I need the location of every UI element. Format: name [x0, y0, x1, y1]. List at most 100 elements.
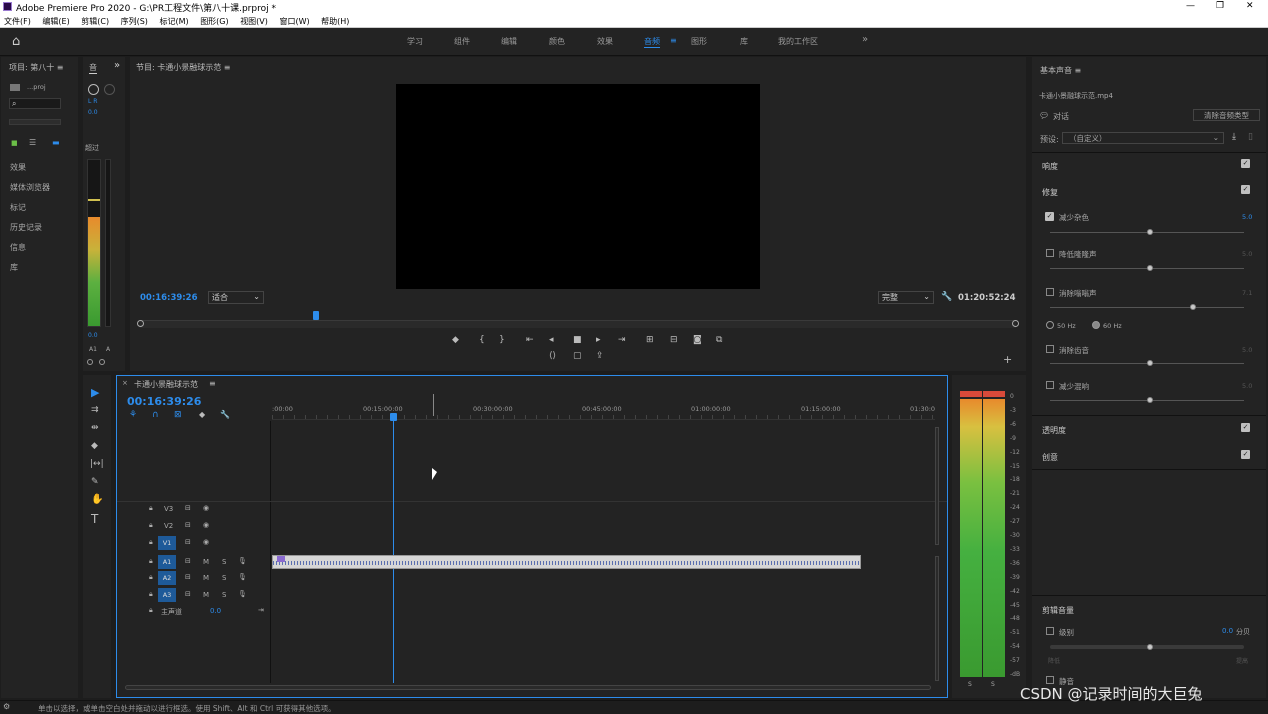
icon-view-icon[interactable]: ▬	[52, 138, 60, 147]
section-repair[interactable]: 修复	[1042, 187, 1058, 198]
close-tab-icon[interactable]: ×	[122, 379, 128, 387]
reduce-noise-slider-knob[interactable]	[1147, 229, 1153, 235]
mark-in-icon[interactable]: {	[479, 335, 485, 345]
lock-icon[interactable]: 🔒︎	[149, 557, 153, 566]
track-name-a3[interactable]: A3	[158, 588, 176, 602]
program-scrubber[interactable]	[140, 320, 1016, 328]
microphone-icon[interactable]: 🎙︎	[238, 557, 247, 565]
go-to-out-icon[interactable]: ⇥	[618, 335, 626, 345]
scrubber-end-icon[interactable]	[1012, 320, 1019, 327]
sync-lock-icon[interactable]: ⊟	[185, 504, 191, 512]
timeline-timecode[interactable]: 00:16:39:26	[127, 395, 201, 408]
workspace-menu-icon[interactable]: ≡	[670, 36, 677, 45]
add-button-icon[interactable]: +	[1003, 353, 1012, 366]
section-clarity[interactable]: 透明度	[1042, 425, 1066, 436]
microphone-icon[interactable]: 🎙︎	[238, 573, 247, 581]
mute-button-a1[interactable]: M	[203, 558, 209, 566]
more-workspaces-icon[interactable]: »	[862, 34, 868, 45]
tab-assembly[interactable]: 组件	[454, 36, 470, 47]
meter-solo-left[interactable]: S	[968, 681, 972, 688]
hand-tool-icon[interactable]: ✋	[91, 494, 103, 505]
quality-dropdown[interactable]: 完整 ⌄	[878, 291, 934, 304]
timeline-settings-icon[interactable]: 🔧	[220, 410, 230, 419]
lock-icon[interactable]: 🔒︎	[149, 538, 153, 547]
panel-expand-icon[interactable]: »	[114, 60, 120, 71]
eye-icon[interactable]: ◉	[203, 521, 209, 529]
timeline-playhead-line[interactable]	[393, 420, 394, 683]
hz50-radio[interactable]	[1046, 321, 1054, 329]
dehum-slider-track[interactable]	[1050, 307, 1244, 308]
project-item-markers[interactable]: 标记	[10, 202, 26, 213]
pan-knob-icon[interactable]	[88, 84, 99, 95]
section-loudness[interactable]: 响度	[1042, 161, 1058, 172]
tab-audio[interactable]: 音频	[644, 36, 660, 48]
tab-learn[interactable]: 学习	[407, 36, 423, 47]
scrubber-start-icon[interactable]	[137, 320, 144, 327]
sync-lock-icon[interactable]: ⊟	[185, 557, 191, 565]
fit-dropdown[interactable]: 适合 ⌄	[208, 291, 264, 304]
track-name-v1[interactable]: V1	[158, 536, 176, 550]
deess-slider-knob[interactable]	[1147, 360, 1153, 366]
microphone-icon[interactable]: 🎙︎	[238, 590, 247, 598]
pen-tool-icon[interactable]: ✎	[91, 477, 99, 487]
timeline-audio-scrollbar[interactable]	[935, 556, 939, 681]
lock-icon[interactable]: ■	[11, 139, 18, 147]
maximize-button[interactable]: ❐	[1216, 1, 1224, 11]
home-icon[interactable]: ⌂	[12, 34, 20, 49]
step-forward-icon[interactable]: ▸	[596, 335, 601, 345]
safe-margins-icon[interactable]: ▢	[573, 351, 582, 361]
extract-icon[interactable]: ⊟	[670, 335, 678, 345]
menu-help[interactable]: 帮助(H)	[321, 17, 349, 26]
timeline-video-scrollbar[interactable]	[935, 427, 939, 545]
menu-view[interactable]: 视图(V)	[240, 17, 268, 26]
go-to-end-icon[interactable]: ⇥	[258, 606, 264, 614]
lock-icon[interactable]: 🔒︎	[149, 606, 153, 615]
minimize-button[interactable]: —	[1186, 1, 1195, 11]
go-to-in-icon[interactable]: ⇤	[526, 335, 534, 345]
clear-audio-type-button[interactable]: 清除音频类型	[1193, 109, 1260, 121]
lift-icon[interactable]: ⊞	[646, 335, 654, 345]
level-slider-knob[interactable]	[1147, 644, 1153, 650]
program-playhead-marker[interactable]	[313, 311, 319, 320]
project-item-effects[interactable]: 效果	[10, 162, 26, 173]
linked-selection-icon[interactable]: ⊠	[174, 410, 182, 420]
track-name-a1[interactable]: A1	[158, 555, 176, 569]
menu-graphics[interactable]: 图形(G)	[200, 17, 228, 26]
dehum-checkbox[interactable]	[1046, 288, 1054, 296]
save-preset-icon[interactable]: ⤓	[1232, 132, 1236, 142]
reduce-rumble-checkbox[interactable]	[1046, 249, 1054, 257]
nest-icon[interactable]: ⚘	[129, 410, 137, 420]
sync-lock-icon[interactable]: ⊟	[185, 521, 191, 529]
timeline-horizontal-scrollbar[interactable]	[125, 685, 931, 690]
tab-color[interactable]: 颜色	[549, 36, 565, 47]
preset-dropdown[interactable]: （自定义） ⌄	[1062, 132, 1224, 144]
reduce-reverb-value[interactable]: 5.0	[1242, 382, 1252, 390]
menu-sequence[interactable]: 序列(S)	[121, 17, 148, 26]
mark-out-icon[interactable]: }	[499, 335, 505, 345]
razor-tool-icon[interactable]: ◆	[91, 441, 98, 451]
program-monitor-title[interactable]: 节目: 卡通小景融球示范 ≡	[136, 62, 230, 73]
mixer-tab-icon[interactable]: 音	[89, 62, 97, 74]
tab-effects[interactable]: 效果	[597, 36, 613, 47]
solo-button-a3[interactable]: S	[222, 591, 226, 599]
add-marker-icon[interactable]: ◆	[452, 335, 459, 345]
menu-edit[interactable]: 编辑(E)	[42, 17, 69, 26]
track-select-tool-icon[interactable]: ⇉	[91, 405, 99, 415]
repair-checkbox[interactable]: ✓	[1241, 185, 1250, 194]
eye-icon[interactable]: ◉	[203, 504, 209, 512]
export-frame-icon[interactable]: ◙	[693, 335, 702, 345]
step-back-icon[interactable]: ◂	[549, 335, 554, 345]
mute-button-a2[interactable]: M	[203, 574, 209, 582]
reduce-reverb-checkbox[interactable]	[1046, 381, 1054, 389]
export-icon[interactable]: ⇪	[596, 351, 604, 361]
project-search-input[interactable]: ⌕	[9, 98, 61, 109]
project-scroll[interactable]	[9, 119, 61, 125]
eye-icon[interactable]: ◉	[203, 538, 209, 546]
tab-edit[interactable]: 编辑	[501, 36, 517, 47]
menu-file[interactable]: 文件(F)	[4, 17, 31, 26]
selection-tool-icon[interactable]: ▶	[91, 386, 99, 399]
project-item-history[interactable]: 历史记录	[10, 222, 42, 233]
meter-solo-right[interactable]: S	[991, 681, 995, 688]
lock-icon[interactable]: 🔒︎	[149, 573, 153, 582]
dehum-value[interactable]: 7.1	[1242, 289, 1252, 297]
